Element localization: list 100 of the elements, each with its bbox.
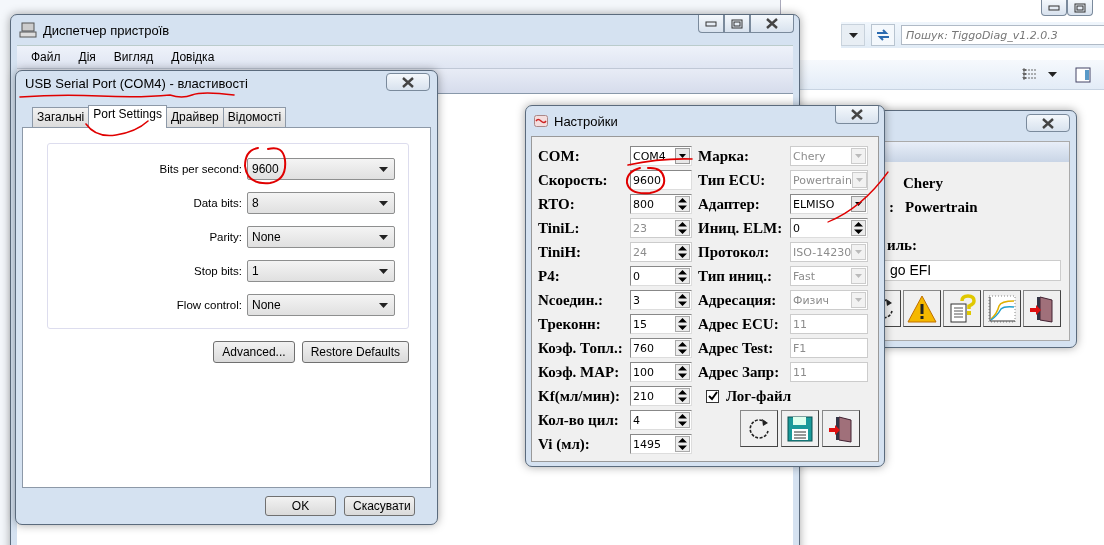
field-label: COM: <box>538 147 581 165</box>
ecu-label: : <box>889 198 894 216</box>
menu-item[interactable]: Файл <box>31 50 61 64</box>
close-button[interactable] <box>835 106 879 124</box>
maximize-button[interactable] <box>724 15 750 33</box>
spin-arrows-icon <box>675 292 690 308</box>
help-document-icon <box>947 293 977 324</box>
dropdown[interactable]: 8 <box>247 192 395 214</box>
minimize-button[interactable] <box>698 15 724 33</box>
preview-pane-button[interactable] <box>1075 66 1091 83</box>
save-button[interactable] <box>781 410 819 447</box>
device-manager-icon <box>19 22 37 38</box>
chart-icon <box>987 293 1017 324</box>
close-button[interactable] <box>750 15 794 33</box>
caret-icon <box>1048 72 1057 77</box>
checkbox[interactable] <box>706 389 719 403</box>
field-label: Vi (мл): <box>538 435 591 453</box>
spin-arrows-icon <box>675 220 690 236</box>
refresh-arrows-icon <box>875 28 891 42</box>
checkmark-icon <box>707 391 718 401</box>
spin-arrows-icon <box>675 364 690 380</box>
close-button[interactable] <box>1026 114 1070 132</box>
view-options-button[interactable] <box>1022 68 1057 81</box>
field-label: TiniL: <box>538 219 581 237</box>
field-label: RTO: <box>538 195 576 213</box>
refresh-button[interactable] <box>885 290 901 327</box>
dropdown[interactable]: None <box>247 226 395 248</box>
menu-item[interactable]: Вигляд <box>113 50 154 64</box>
tab[interactable]: Port Settings <box>88 105 167 128</box>
cancel-button[interactable]: Скасувати <box>344 496 415 516</box>
field-label: Адрес Запр: <box>698 363 781 381</box>
ok-button[interactable]: OK <box>265 496 336 516</box>
spin-field[interactable]: 4 <box>630 410 692 430</box>
search-field[interactable]: Пошук: TiggoDiag_v1.2.0.3 <box>901 25 1104 45</box>
field-label: Кол-во цил: <box>538 411 620 429</box>
dialog-title: Настройки <box>554 113 618 129</box>
address-dropdown[interactable] <box>841 24 865 46</box>
caret-icon <box>379 234 388 240</box>
spin-arrows-icon <box>675 388 690 404</box>
tab[interactable]: Драйвер <box>165 107 224 127</box>
combo-box[interactable]: ELMISO <box>790 194 868 214</box>
spin-arrows-icon <box>675 340 690 356</box>
help-button[interactable] <box>943 290 981 327</box>
profile-label: иль: <box>887 236 917 254</box>
maximize-button[interactable] <box>1067 0 1093 16</box>
make-value: Chery <box>903 174 943 192</box>
warning-button[interactable] <box>903 290 941 327</box>
caret-icon <box>379 200 388 206</box>
exit-button[interactable] <box>1023 290 1061 327</box>
restore-defaults-button[interactable]: Restore Defaults <box>301 341 409 363</box>
checkbox-label: Лог-файл <box>726 387 792 405</box>
field-label: Тип ECU: <box>698 171 767 189</box>
field-label: Nсоедин.: <box>538 291 605 309</box>
dialog-title: USB Serial Port (COM4) - властивості <box>25 77 248 91</box>
spin-field[interactable]: 3 <box>630 290 692 310</box>
caret-icon <box>379 302 388 308</box>
spin-field[interactable]: 800 <box>630 194 692 214</box>
chart-button[interactable] <box>983 290 1021 327</box>
combo-box[interactable]: COM4 <box>630 146 692 166</box>
field-label: Адресация: <box>698 291 778 309</box>
field-label: Иниц. ELM: <box>698 219 784 237</box>
exit-button[interactable] <box>822 410 860 447</box>
field-label: Марка: <box>698 147 750 165</box>
circle-mark <box>244 147 287 185</box>
field-label: TiniH: <box>538 243 583 261</box>
warning-icon <box>907 293 937 324</box>
maximize-icon <box>1074 2 1086 13</box>
field-label: Stop bits: <box>194 265 242 277</box>
underline-mark <box>627 158 693 166</box>
text-field[interactable]: 9600 <box>630 170 692 190</box>
field-label: Скорость: <box>538 171 609 189</box>
tab[interactable]: Загальні <box>32 107 90 127</box>
spin-field[interactable]: 1495 <box>630 434 692 454</box>
minimize-button[interactable] <box>1041 0 1067 16</box>
spin-field[interactable]: 0 <box>630 266 692 286</box>
dropdown[interactable]: 9600 <box>247 158 395 180</box>
caret-icon <box>379 268 388 274</box>
app-logo-icon <box>534 115 548 127</box>
refresh-button[interactable] <box>740 410 778 447</box>
tab[interactable]: Відомості <box>222 107 287 127</box>
close-icon <box>1041 117 1055 129</box>
dropdown[interactable]: 1 <box>247 260 395 282</box>
spin-arrows-icon <box>675 316 690 332</box>
close-button[interactable] <box>386 73 430 91</box>
window-title: Диспетчер пристроїв <box>43 22 170 38</box>
dropdown[interactable]: None <box>247 294 395 316</box>
spin-field[interactable]: 100 <box>630 362 692 382</box>
menu-item[interactable]: Дія <box>78 50 96 64</box>
underline-mark <box>85 120 149 137</box>
circle-mark <box>625 166 666 195</box>
minimize-icon <box>1048 4 1060 11</box>
spin-field[interactable]: 15 <box>630 314 692 334</box>
spin-field[interactable]: 210 <box>630 386 692 406</box>
spin-field[interactable]: 760 <box>630 338 692 358</box>
spin-arrows-icon <box>851 220 866 236</box>
advanced-button[interactable]: Advanced... <box>213 341 295 363</box>
maximize-icon <box>731 18 743 29</box>
spin-field[interactable]: 0 <box>790 218 868 238</box>
spin-arrows-icon <box>675 412 690 428</box>
menu-item[interactable]: Довідка <box>171 50 215 64</box>
